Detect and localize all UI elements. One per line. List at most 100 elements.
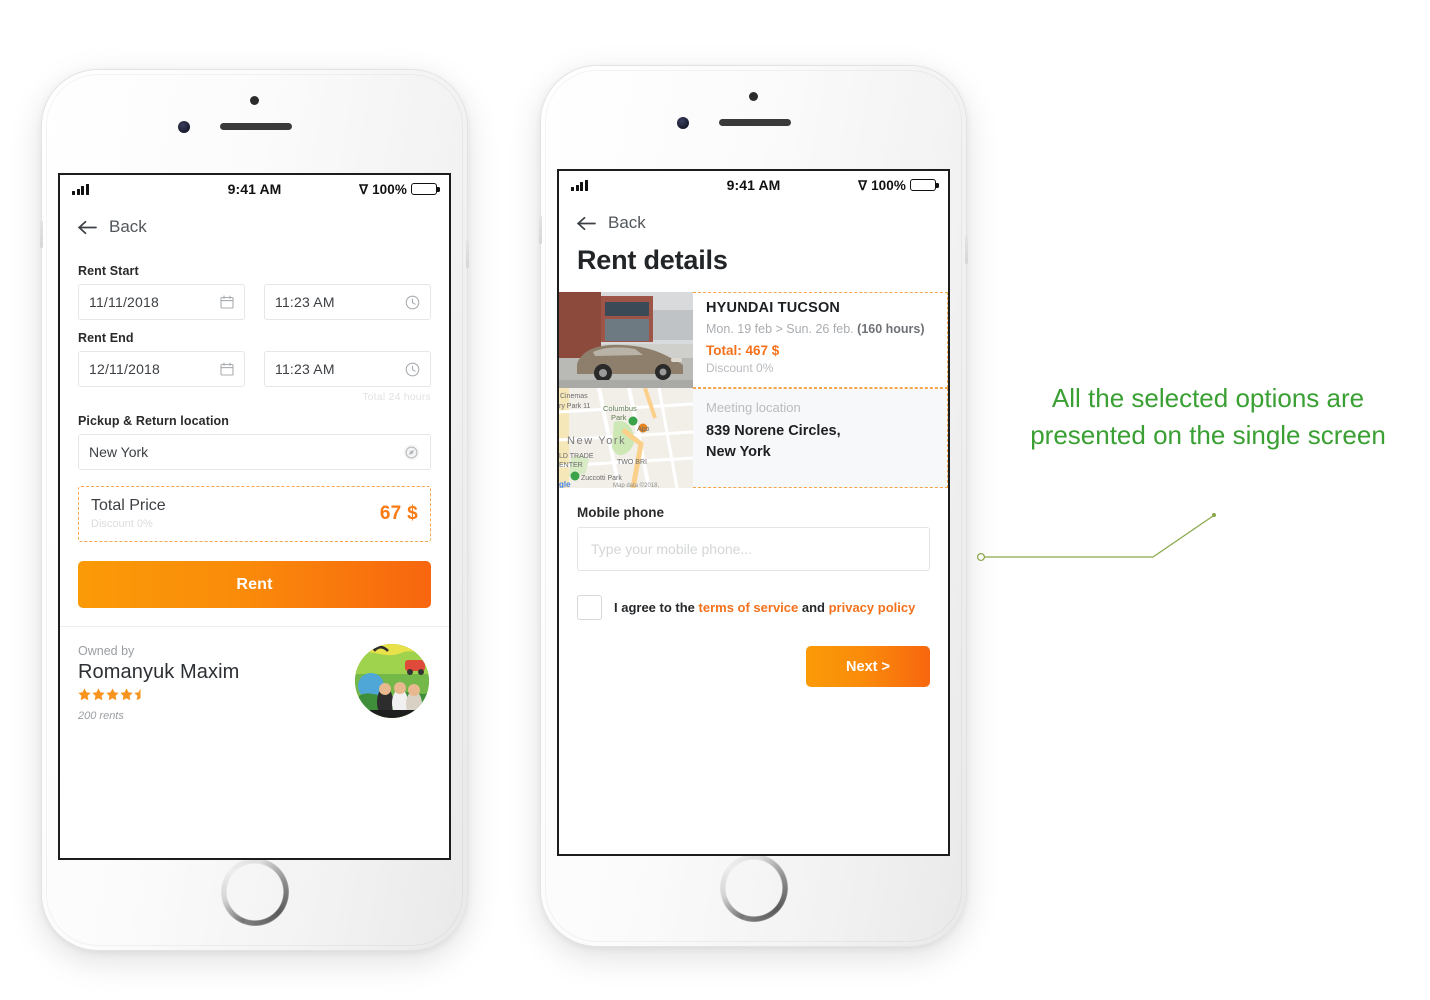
earpiece-speaker-icon xyxy=(220,123,292,130)
car-detail-info: HYUNDAI TUCSON Mon. 19 feb > Sun. 26 feb… xyxy=(693,292,948,388)
back-label-1: Back xyxy=(109,217,147,236)
meeting-location-info: Meeting location 839 Norene Circles, New… xyxy=(693,388,948,488)
phone-mockup-1: 9:41 AM ᐁ 100% Back Rent Start 11/11/201… xyxy=(40,70,469,950)
location-value: New York xyxy=(89,444,149,460)
rent-end-date-input[interactable]: 12/11/2018 xyxy=(78,351,245,387)
map-label-center: ENTER xyxy=(559,462,583,469)
status-bar-time: 9:41 AM xyxy=(227,181,282,197)
battery-full-icon xyxy=(411,183,440,195)
rent-end-row: 12/11/2018 11:23 AM xyxy=(78,351,431,387)
back-button-2[interactable]: Back xyxy=(559,199,948,239)
clock-icon xyxy=(405,295,420,309)
phone-mockup-2: 9:41 AM ᐁ 100% Back Rent details HYUNDAI… xyxy=(539,66,968,946)
meeting-address-line2: New York xyxy=(706,444,771,461)
home-button[interactable] xyxy=(220,858,289,926)
status-bar-right: ᐁ 100% xyxy=(281,181,440,197)
back-label-2: Back xyxy=(608,213,646,232)
owner-name: Romanyuk Maxim xyxy=(78,661,240,684)
agreement-row: I agree to the terms of service and priv… xyxy=(577,595,930,620)
map-label-two-bridges: TWO BRI xyxy=(617,459,647,466)
owner-rents-count: 200 rents xyxy=(78,710,124,723)
proximity-sensor-icon xyxy=(749,92,758,101)
total-price-texts: Total Price Discount 0% xyxy=(91,497,166,530)
arrow-left-icon xyxy=(577,216,596,230)
power-button xyxy=(466,240,469,268)
total-price-title: Total Price xyxy=(91,497,166,514)
page-title: Rent details xyxy=(577,245,728,275)
map-thumbnail[interactable]: Cinemas ry Park 11 Columbus Park New Yor… xyxy=(559,388,693,488)
car-total-price: Total: 467 $ xyxy=(706,343,780,358)
arrow-left-icon xyxy=(78,220,97,234)
car-photo xyxy=(559,292,693,388)
meeting-location-card: Cinemas ry Park 11 Columbus Park New Yor… xyxy=(559,388,948,488)
back-button-1[interactable]: Back xyxy=(60,203,449,243)
meeting-address: 839 Norene Circles, New York xyxy=(706,421,935,463)
signal-bars-icon xyxy=(72,183,89,195)
car-photo-illustration xyxy=(559,292,693,388)
volume-button xyxy=(539,216,542,244)
signal-bars-icon xyxy=(571,179,588,191)
rent-form-body: Rent Start 11/11/2018 11:23 AM Rent End … xyxy=(60,243,449,722)
avatar-illustration xyxy=(355,644,429,719)
owned-by-label: Owned by xyxy=(78,644,135,659)
map-label-apo: Apo xyxy=(637,426,650,433)
agreement-checkbox[interactable] xyxy=(577,595,602,620)
map-attribution: Map data ©2018, xyxy=(613,482,659,488)
map-label-cinemas: Cinemas xyxy=(560,393,588,400)
rent-end-date-value: 12/11/2018 xyxy=(89,361,161,377)
star-half-icon xyxy=(134,688,141,701)
status-bar-time: 9:41 AM xyxy=(726,177,781,193)
car-discount: Discount 0% xyxy=(706,361,774,375)
agreement-text: I agree to the terms of service and priv… xyxy=(614,600,915,615)
location-input[interactable]: New York xyxy=(78,434,431,470)
rent-start-row: 11/11/2018 11:23 AM xyxy=(78,284,431,320)
rent-end-time-input[interactable]: 11:23 AM xyxy=(264,351,431,387)
front-camera-icon xyxy=(178,121,190,133)
status-bar: 9:41 AM ᐁ 100% xyxy=(559,171,948,199)
screen-rent-form: 9:41 AM ᐁ 100% Back Rent Start 11/11/201… xyxy=(58,173,451,860)
rent-start-time-value: 11:23 AM xyxy=(275,294,335,310)
mobile-phone-input[interactable]: Type your mobile phone... xyxy=(577,527,930,571)
rent-end-label: Rent End xyxy=(78,331,134,345)
duration-hint: Total 24 hours xyxy=(362,391,431,403)
rent-start-label: Rent Start xyxy=(78,264,139,278)
bluetooth-icon: ᐁ xyxy=(359,181,369,197)
rent-start-time-input[interactable]: 11:23 AM xyxy=(264,284,431,320)
rent-button[interactable]: Rent xyxy=(78,561,431,609)
car-dates-range: Mon. 19 feb > Sun. 26 feb. xyxy=(706,322,858,336)
map-google-logo: gle xyxy=(559,480,571,488)
next-button-wrap: Next > xyxy=(577,646,930,687)
home-button[interactable] xyxy=(719,854,788,922)
terms-of-service-link[interactable]: terms of service xyxy=(699,600,799,615)
map-label-trade: LD TRADE xyxy=(559,453,594,460)
rent-details-body: Mobile phone Type your mobile phone... I… xyxy=(559,505,948,687)
privacy-policy-link[interactable]: privacy policy xyxy=(829,600,916,615)
map-label-park11: ry Park 11 xyxy=(559,403,590,410)
screen-rent-details: 9:41 AM ᐁ 100% Back Rent details HYUNDAI… xyxy=(557,169,950,856)
rent-end-time-value: 11:23 AM xyxy=(275,361,335,377)
total-price-amount: 67 $ xyxy=(379,502,418,524)
owner-rating-stars xyxy=(78,688,239,701)
compass-locate-icon xyxy=(403,444,420,460)
status-bar-left xyxy=(72,183,228,195)
rent-start-date-input[interactable]: 11/11/2018 xyxy=(78,284,245,320)
battery-percent-label: 100% xyxy=(372,181,407,197)
total-price-card: Total Price Discount 0% 67 $ xyxy=(78,486,431,543)
front-camera-icon xyxy=(677,117,689,129)
bluetooth-icon: ᐁ xyxy=(858,177,868,193)
calendar-icon xyxy=(220,362,234,376)
next-button[interactable]: Next > xyxy=(806,646,930,687)
battery-percent-label: 100% xyxy=(871,177,906,193)
clock-icon xyxy=(405,362,420,376)
map-label-city: New York xyxy=(567,435,626,447)
agreement-prefix: I agree to the xyxy=(614,600,699,615)
proximity-sensor-icon xyxy=(250,96,259,105)
agreement-middle: and xyxy=(798,600,829,615)
earpiece-speaker-icon xyxy=(719,119,791,126)
map-illustration: Cinemas ry Park 11 Columbus Park New Yor… xyxy=(559,388,693,488)
map-label-zuccotti: Zuccotti Park xyxy=(581,475,622,482)
meeting-address-line1: 839 Norene Circles, xyxy=(706,423,841,439)
car-dates-hours: (160 hours) xyxy=(857,322,925,336)
user-avatar-photo xyxy=(355,644,429,719)
star-icon xyxy=(106,688,119,701)
